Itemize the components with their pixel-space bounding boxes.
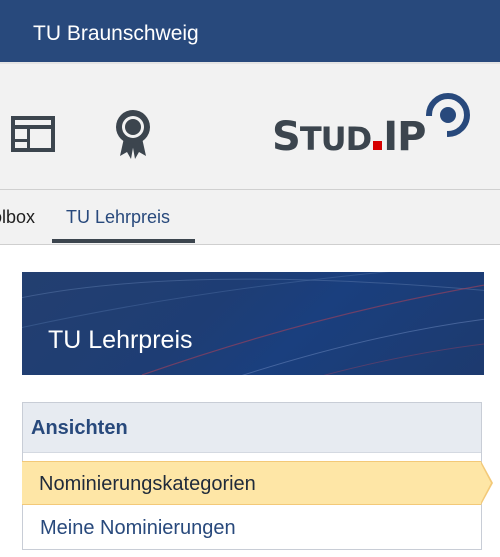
logo-ring-icon <box>425 93 470 138</box>
tab-tu-lehrpreis[interactable]: TU Lehrpreis <box>66 206 170 228</box>
award-icon[interactable] <box>114 108 152 160</box>
sidebar-heading-label: Ansichten <box>31 417 128 439</box>
sidebar-item-label: Meine Nominierungen <box>40 517 236 539</box>
views-sidebar: Ansichten Nominierungskategorien Meine N… <box>22 402 493 550</box>
top-bar: TU Braunschweig <box>0 0 500 62</box>
logo-wordmark: STUD IP <box>272 114 426 160</box>
studip-logo[interactable]: STUD IP <box>272 92 472 164</box>
banner-decoration <box>22 272 484 375</box>
sidebar-item-label: Nominierungskategorien <box>39 473 256 495</box>
active-arrow-fill <box>480 462 491 504</box>
tab-toolbox[interactable]: olbox <box>0 206 35 228</box>
tab-bar: olbox TU Lehrpreis <box>0 190 500 245</box>
divider <box>0 62 500 64</box>
active-tab-indicator <box>52 239 195 243</box>
page-title: TU Lehrpreis <box>48 326 193 354</box>
sidebar-heading: Ansichten <box>23 403 481 453</box>
page-banner: TU Lehrpreis <box>22 272 484 375</box>
workplace-icon[interactable] <box>10 115 56 153</box>
sidebar-item-nominierungskategorien[interactable]: Nominierungskategorien <box>22 461 493 505</box>
sidebar-item-meine-nominierungen[interactable]: Meine Nominierungen <box>23 506 481 548</box>
icon-navigation-bar: STUD IP <box>0 62 500 190</box>
organization-name[interactable]: TU Braunschweig <box>33 22 199 46</box>
